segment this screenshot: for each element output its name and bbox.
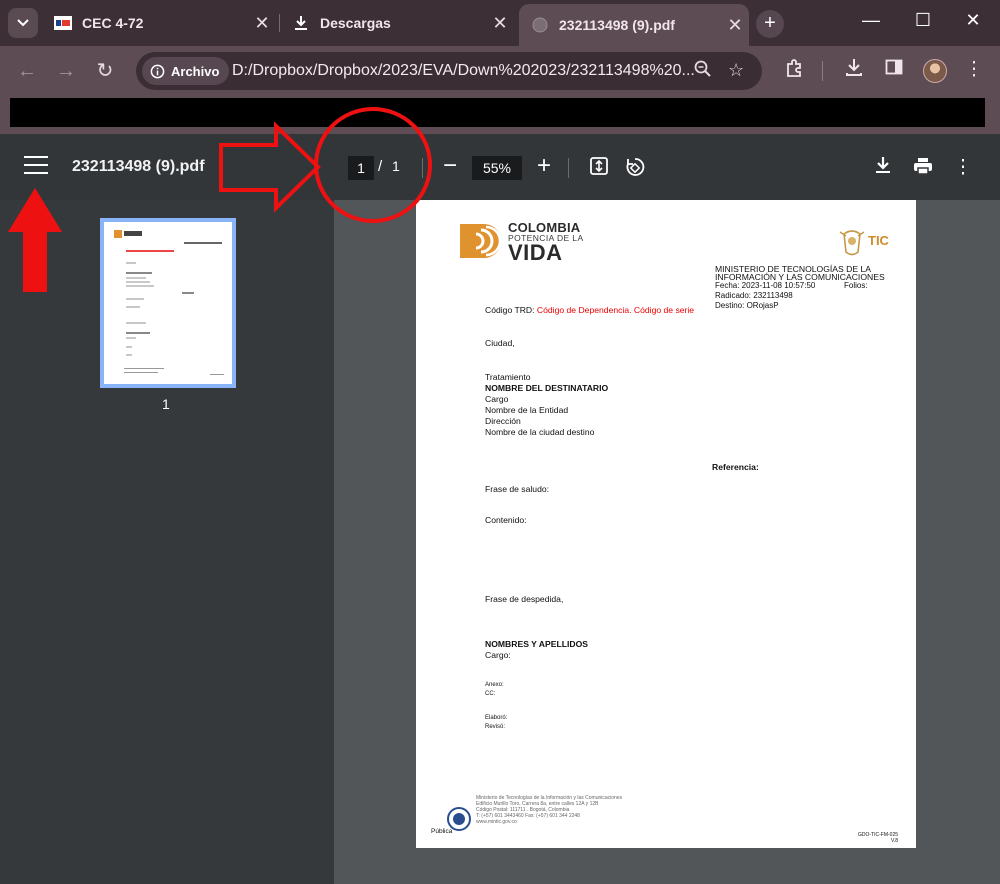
cc-text: CC: [485,691,496,697]
cargo-text: Cargo [485,394,509,404]
new-tab-button[interactable]: + [756,10,784,38]
zoom-icon[interactable] [694,60,712,83]
zoom-level-input[interactable]: 55% [472,156,522,180]
publica-text: Pública [431,828,453,835]
profile-avatar[interactable] [923,59,947,83]
trd-value: Código de Dependencia. Código de serie [536,305,695,315]
thumbnail-sidebar: 1 [0,200,334,884]
doc-version-line: V.8 [890,838,898,844]
more-menu-icon[interactable]: ⋮ [961,58,987,81]
close-tab-icon[interactable]: ✕ [721,15,749,36]
page-thumbnail[interactable] [100,218,236,388]
reload-button[interactable]: ↻ [92,58,118,84]
thumbnail-page-number: 1 [162,396,170,412]
toolbar-divider [822,61,823,81]
bookmark-star-icon[interactable]: ☆ [728,60,744,81]
url-text[interactable]: D:/Dropbox/Dropbox/2023/EVA/Down%202023/… [232,62,695,80]
pdf-more-icon[interactable]: ⋮ [950,156,976,179]
sidebar-menu-icon[interactable] [24,156,48,176]
footer-address: Ministerio de Tecnologías de la Informac… [476,795,622,825]
page-separator: / [378,158,383,175]
extensions-icon[interactable] [781,58,807,84]
destino-text: Destino: ORojasP [715,301,779,310]
print-icon[interactable] [910,156,936,182]
tratamiento-text: Tratamiento [485,372,531,382]
page-number-input[interactable]: 1 [348,156,374,180]
forward-button[interactable]: → [53,58,79,84]
reviso-text: Revisó: [485,724,506,730]
tic-logo-text: TIC [868,233,889,248]
info-icon [150,64,165,78]
tab-cec[interactable]: CEC 4-72 ✕ [42,6,276,40]
site-chip-label: Archivo [171,63,220,79]
doc-code: GDO-TIC-FM-025 V.8 [852,832,898,844]
tab-strip: CEC 4-72 ✕ Descargas ✕ 232113498 (9).pdf… [0,0,1000,46]
toolbar-divider [568,158,569,178]
logo-vida-text: VIDA [508,240,563,265]
despedida-text: Frase de despedida, [485,594,564,604]
thumbnail-page [104,222,232,384]
browser-window: CEC 4-72 ✕ Descargas ✕ 232113498 (9).pdf… [0,0,1000,884]
colombia-logo-icon [460,224,500,258]
site-info-chip[interactable]: Archivo [142,57,230,85]
address-bar[interactable]: Archivo D:/Dropbox/Dropbox/2023/EVA/Down… [136,52,762,90]
close-tab-icon[interactable]: ✕ [248,13,276,34]
fit-to-page-icon[interactable] [586,156,612,182]
tab-pdf[interactable]: 232113498 (9).pdf ✕ [519,4,749,46]
chevron-down-icon [17,19,29,27]
pdf-title: 232113498 (9).pdf [72,158,205,175]
direccion-text: Dirección [485,416,521,426]
trd-line: Código TRD: Código de Dependencia. Códig… [485,305,694,316]
zoom-out-button[interactable]: − [438,152,462,180]
zoom-in-button[interactable]: + [532,152,556,180]
bookmarks-bar [0,96,1000,134]
ministry-name: MINISTERIO DE TECNOLOGÍAS DE LA INFORMAC… [715,265,885,282]
side-panel-icon[interactable] [881,58,907,82]
close-window-button[interactable]: ✕ [958,10,988,31]
page-total: 1 [392,158,400,174]
tab-title: 232113498 (9).pdf [559,17,675,33]
cargo2-text: Cargo: [485,650,511,660]
4-72-favicon [54,14,72,32]
ciudad-text: Ciudad, [485,338,515,348]
saludo-text: Frase de saludo: [485,484,550,494]
nombres-text: NOMBRES Y APELLIDOS [485,639,588,649]
browser-toolbar: ← → ↻ Archivo D:/Dropbox/Dropbox/2023/EV… [0,46,1000,96]
trd-label: Código TRD: [485,305,537,315]
footer-line: www.mintic.gov.co [476,819,517,825]
redaction-box [10,98,985,127]
close-tab-icon[interactable]: ✕ [486,13,514,34]
download-icon [292,14,310,32]
elaboro-text: Elaboró: [485,715,508,721]
ciudad-destino-text: Nombre de la ciudad destino [485,427,595,437]
back-button[interactable]: ← [14,58,40,84]
tab-descargas[interactable]: Descargas ✕ [280,6,514,40]
tab-title: Descargas [320,15,391,31]
pdf-page: COLOMBIA POTENCIA DE LA VIDA TIC MINISTE… [416,200,916,848]
destinatario-text: NOMBRE DEL DESTINATARIO [485,383,609,393]
globe-icon [531,16,549,34]
minimize-button[interactable]: — [856,10,886,31]
pdf-toolbar: 232113498 (9).pdf 1 / 1 − 55% + ⋮ [0,134,1000,200]
anexo-text: Anexo: [485,682,504,688]
folios-text: Folios: [844,281,868,290]
maximize-button[interactable]: ☐ [908,10,938,31]
tab-search-button[interactable] [8,8,38,38]
tab-title: CEC 4-72 [82,15,144,31]
downloads-icon[interactable] [841,58,867,82]
contenido-text: Contenido: [485,515,527,525]
referencia-text: Referencia: [712,462,759,472]
coat-of-arms-icon [839,230,865,256]
toolbar-divider [422,158,423,178]
download-pdf-icon[interactable] [870,156,896,180]
rotate-icon[interactable] [622,156,648,184]
entidad-text: Nombre de la Entidad [485,405,569,415]
